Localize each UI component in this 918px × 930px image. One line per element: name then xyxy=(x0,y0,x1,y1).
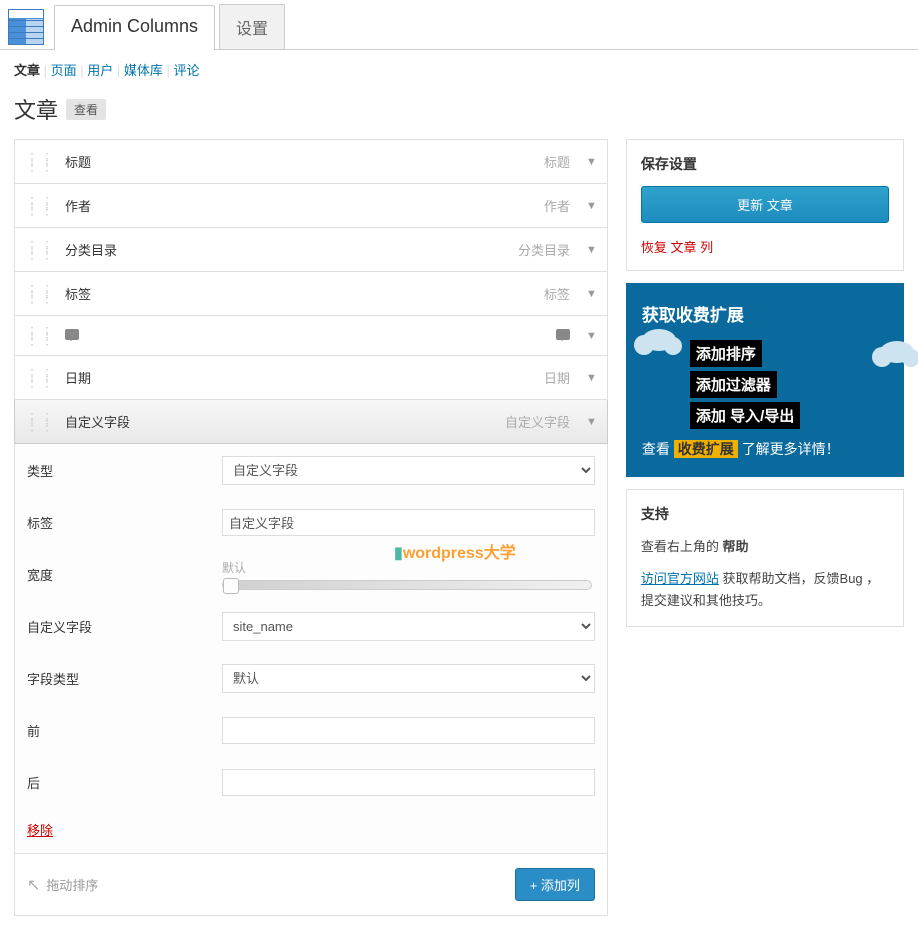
drag-handle[interactable]: ⋮⋮⋮⋮ xyxy=(25,371,55,385)
promo-line: 添加排序 xyxy=(690,340,762,367)
column-row[interactable]: ⋮⋮⋮⋮ 标签标签 ▼ xyxy=(14,272,608,316)
column-label: 日期 xyxy=(65,368,544,387)
column-row[interactable]: ⋮⋮⋮⋮ 作者作者 ▼ xyxy=(14,184,608,228)
promo-box: 获取收费扩展 添加排序 添加过滤器 添加 导入/导出 查看 收费扩展 了解更多详… xyxy=(626,283,904,477)
before-input[interactable] xyxy=(222,717,595,744)
support-box: 支持 查看右上角的 帮助 访问官方网站 获取帮助文档，反馈Bug ，提交建议和其… xyxy=(626,489,904,627)
column-type: 自定义字段 xyxy=(505,412,570,431)
subnav-item-pages[interactable]: 页面 xyxy=(51,63,77,78)
save-settings-box: 保存设置 更新 文章 恢复 文章 列 xyxy=(626,139,904,271)
subnav-current: 文章 xyxy=(14,63,40,78)
page-title: 文章 xyxy=(14,93,58,125)
chevron-down-icon[interactable]: ▼ xyxy=(586,372,597,384)
width-value-text: 默认 xyxy=(222,559,595,576)
sort-hint: ↖ 拖动排序 xyxy=(27,875,98,895)
update-button[interactable]: 更新 文章 xyxy=(641,186,889,223)
drag-handle[interactable]: ⋮⋮⋮⋮ xyxy=(25,243,55,257)
promo-title: 获取收费扩展 xyxy=(642,301,888,326)
drag-handle[interactable]: ⋮⋮⋮⋮ xyxy=(25,415,55,429)
label-input[interactable] xyxy=(222,509,595,536)
column-label: 标签 xyxy=(65,284,544,303)
type-select[interactable]: 自定义字段 xyxy=(222,456,595,485)
field-type-select[interactable]: 默认 xyxy=(222,664,595,693)
cloud-icon xyxy=(880,341,914,363)
column-type xyxy=(556,328,570,343)
column-label: 标题 xyxy=(65,152,544,171)
drag-handle[interactable]: ⋮⋮⋮⋮ xyxy=(25,329,55,343)
column-label: 作者 xyxy=(65,196,544,215)
subnav-item-media[interactable]: 媒体库 xyxy=(124,63,163,78)
field-label-type: 类型 xyxy=(27,461,222,480)
column-row[interactable]: ⋮⋮⋮⋮ ▼ xyxy=(14,316,608,356)
field-label-before: 前 xyxy=(27,721,222,740)
column-row[interactable]: ⋮⋮⋮⋮ 分类目录分类目录 ▼ xyxy=(14,228,608,272)
field-label-custom-field: 自定义字段 xyxy=(27,617,222,636)
width-slider[interactable] xyxy=(222,580,592,590)
view-button[interactable]: 查看 xyxy=(66,99,106,120)
column-type: 日期 xyxy=(544,368,570,387)
promo-footer: 查看 收费扩展 了解更多详情！ xyxy=(642,439,888,459)
chevron-down-icon[interactable]: ▼ xyxy=(586,288,597,300)
field-label-field-type: 字段类型 xyxy=(27,669,222,688)
support-link[interactable]: 访问官方网站 xyxy=(641,571,719,586)
remove-link[interactable]: 移除 xyxy=(27,823,53,838)
column-type: 分类目录 xyxy=(518,240,570,259)
support-line1: 查看右上角的 帮助 xyxy=(641,536,889,558)
column-settings-form: 类型 自定义字段 标签 宽度 默认 自定义字段 site_name 字段类型 默 xyxy=(14,444,608,854)
field-label-after: 后 xyxy=(27,773,222,792)
chevron-down-icon[interactable]: ▼ xyxy=(586,244,597,256)
tab-settings[interactable]: 设置 xyxy=(219,4,285,49)
comment-icon xyxy=(65,329,79,340)
column-row[interactable]: ⋮⋮⋮⋮ 自定义字段自定义字段 ▼ xyxy=(14,400,608,444)
subnav: 文章 | 页面 | 用户 | 媒体库 | 评论 xyxy=(0,50,918,89)
promo-line: 添加过滤器 xyxy=(690,371,777,398)
app-logo xyxy=(8,9,44,45)
sort-icon: ↖ xyxy=(27,875,40,895)
column-label: 自定义字段 xyxy=(65,412,505,431)
promo-line: 添加 导入/导出 xyxy=(690,402,800,429)
drag-handle[interactable]: ⋮⋮⋮⋮ xyxy=(25,199,55,213)
add-column-button[interactable]: + 添加列 xyxy=(515,868,595,901)
custom-field-select[interactable]: site_name xyxy=(222,612,595,641)
after-input[interactable] xyxy=(222,769,595,796)
chevron-down-icon[interactable]: ▼ xyxy=(586,330,597,342)
support-title: 支持 xyxy=(641,504,889,524)
save-box-title: 保存设置 xyxy=(641,154,889,174)
chevron-down-icon[interactable]: ▼ xyxy=(586,200,597,212)
chevron-down-icon[interactable]: ▼ xyxy=(586,156,597,168)
drag-handle[interactable]: ⋮⋮⋮⋮ xyxy=(25,155,55,169)
field-label-width: 宽度 xyxy=(27,565,222,584)
slider-handle[interactable] xyxy=(223,578,239,594)
column-type: 作者 xyxy=(544,196,570,215)
subnav-item-users[interactable]: 用户 xyxy=(87,63,113,78)
column-type: 标签 xyxy=(544,284,570,303)
tab-admin-columns[interactable]: Admin Columns xyxy=(54,5,215,50)
field-label-label: 标签 xyxy=(27,513,222,532)
column-row[interactable]: ⋮⋮⋮⋮ 标题标题 ▼ xyxy=(14,139,608,184)
column-row[interactable]: ⋮⋮⋮⋮ 日期日期 ▼ xyxy=(14,356,608,400)
drag-handle[interactable]: ⋮⋮⋮⋮ xyxy=(25,287,55,301)
comment-icon xyxy=(556,329,570,340)
promo-highlight[interactable]: 收费扩展 xyxy=(674,440,738,458)
support-line2: 访问官方网站 获取帮助文档，反馈Bug ，提交建议和其他技巧。 xyxy=(641,568,889,612)
column-type: 标题 xyxy=(544,152,570,171)
column-label xyxy=(65,328,556,343)
chevron-down-icon[interactable]: ▼ xyxy=(586,416,597,428)
cloud-icon xyxy=(642,329,676,351)
column-label: 分类目录 xyxy=(65,240,518,259)
sort-hint-text: 拖动排序 xyxy=(46,875,98,894)
subnav-item-comments[interactable]: 评论 xyxy=(174,63,200,78)
restore-link[interactable]: 恢复 文章 列 xyxy=(641,237,713,256)
